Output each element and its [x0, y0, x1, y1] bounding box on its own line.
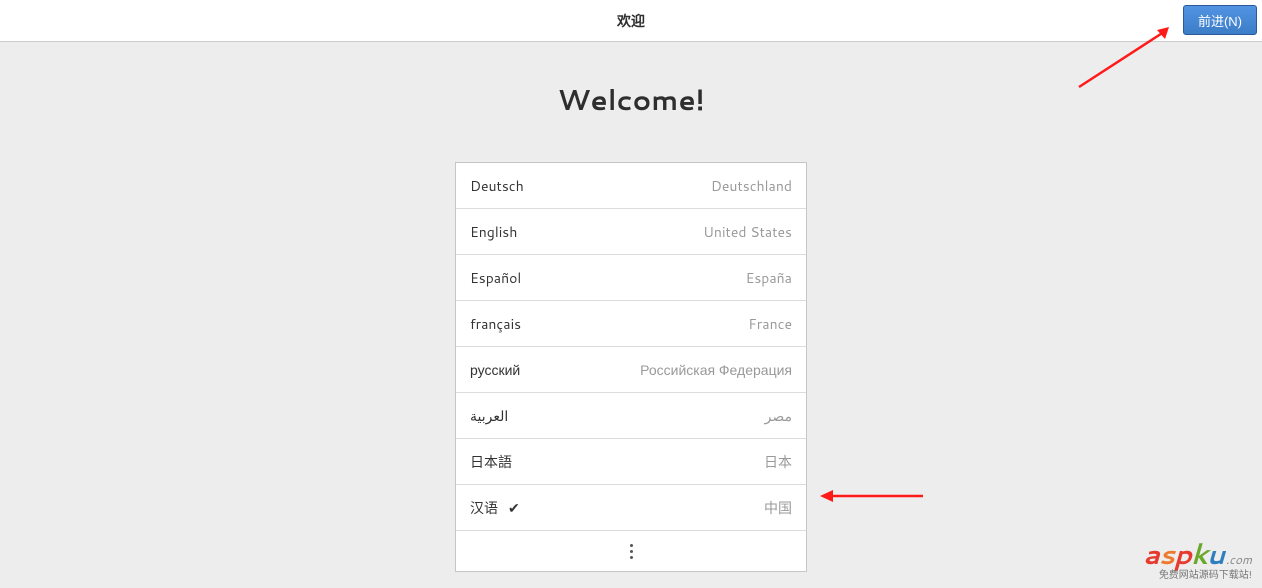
vertical-dots-icon	[630, 544, 633, 559]
lang-region: Российская Федерация	[640, 360, 792, 380]
language-row-russian[interactable]: русский Российская Федерация	[456, 347, 806, 393]
header-bar: 欢迎 前进(N)	[0, 0, 1262, 42]
lang-name: Español	[470, 268, 521, 288]
language-row-english[interactable]: English United States	[456, 209, 806, 255]
language-row-chinese[interactable]: 汉语 ✔ 中国	[456, 485, 806, 531]
lang-name: العربية	[470, 406, 508, 426]
lang-name: Deutsch	[470, 176, 524, 196]
lang-name: русский	[470, 360, 520, 380]
lang-region: Deutschland	[711, 176, 792, 196]
language-list: Deutsch Deutschland English United State…	[455, 162, 807, 572]
watermark-subtitle: 免费网站源码下载站!	[1143, 570, 1252, 580]
watermark-domain: .com	[1226, 551, 1252, 568]
watermark: aspku.com 免费网站源码下载站!	[1143, 540, 1252, 580]
lang-region: España	[746, 268, 792, 288]
language-row-japanese[interactable]: 日本語 日本	[456, 439, 806, 485]
language-row-francais[interactable]: français France	[456, 301, 806, 347]
lang-region: 中国	[764, 498, 792, 518]
lang-region: مصر	[765, 406, 792, 426]
main-content: Welcome! Deutsch Deutschland English Uni…	[0, 42, 1262, 572]
lang-region: France	[748, 314, 792, 334]
lang-name: français	[470, 314, 521, 334]
check-icon: ✔	[508, 498, 520, 518]
language-row-deutsch[interactable]: Deutsch Deutschland	[456, 163, 806, 209]
language-row-arabic[interactable]: العربية مصر	[456, 393, 806, 439]
language-row-espanol[interactable]: Español España	[456, 255, 806, 301]
more-languages-button[interactable]	[456, 531, 806, 571]
lang-region: 日本	[764, 452, 792, 472]
welcome-heading: Welcome!	[0, 80, 1262, 120]
header-title: 欢迎	[617, 11, 645, 31]
lang-region: United States	[703, 222, 792, 242]
lang-name: 日本語	[470, 452, 512, 472]
lang-name: 汉语	[470, 498, 498, 518]
lang-name: English	[470, 222, 517, 242]
next-button[interactable]: 前进(N)	[1183, 5, 1257, 35]
